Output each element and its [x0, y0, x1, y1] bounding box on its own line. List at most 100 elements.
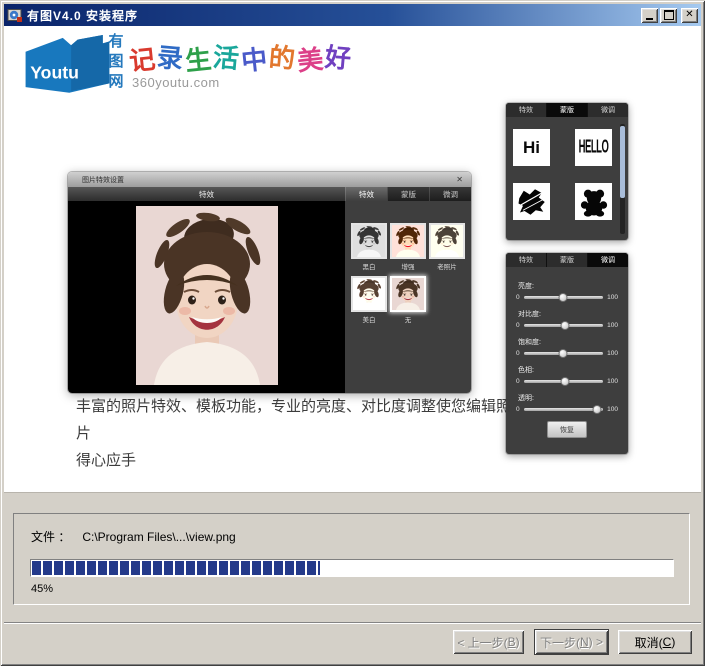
- slider-thumb: [592, 405, 601, 414]
- mask-grid: Hi HELLO: [506, 117, 628, 220]
- slogan-char: 美: [295, 39, 327, 79]
- reset-button: 恢复: [547, 421, 587, 438]
- adjust-sliders: 亮度:0100对比度:0100饱和度:0100色相:0100透明:0100: [506, 267, 628, 413]
- file-row: 文件 ： C:\Program Files\...\view.png: [31, 528, 236, 545]
- filter-item-grayscale: 黑白: [350, 223, 388, 271]
- cancel-button-label: 取消(: [635, 634, 663, 651]
- maximize-icon: [664, 10, 674, 20]
- bear-mask: [575, 183, 612, 220]
- feature-description-line2: 得心应手: [76, 447, 521, 474]
- slider-label: 色相:: [518, 365, 618, 375]
- title-bar[interactable]: 有图V4.0 安装程序 ✕: [4, 4, 701, 26]
- editor-tab-1: 特效: [345, 187, 387, 201]
- slider-max: 100: [607, 294, 618, 301]
- filter-label: 老照片: [428, 261, 466, 271]
- slider-row: 0100: [516, 350, 618, 357]
- cancel-button-mnemonic: C: [663, 635, 672, 649]
- window-title: 有图V4.0 安装程序: [27, 7, 639, 24]
- photo-stage: [68, 201, 345, 393]
- slogan-char: 的: [268, 37, 299, 76]
- promo-editor-title: 图片特效设置: [82, 175, 456, 185]
- slider-min: 0: [516, 378, 520, 385]
- back-button-mnemonic: B: [508, 635, 516, 649]
- promo-editor-tabs: 特效蒙版微调: [345, 187, 471, 201]
- promo-editor-titlebar: 图片特效设置 ✕: [68, 172, 471, 187]
- minimize-button[interactable]: [641, 8, 658, 23]
- cancel-button-label-suffix: ): [671, 635, 675, 649]
- content-area: Youtu 有图网 记录生活中的美好 360youtu.com 图片特效设置 ✕…: [4, 26, 701, 493]
- slider-row: 0 100: [516, 378, 618, 385]
- maximize-button[interactable]: [660, 8, 677, 23]
- filter-label: 黑白: [350, 261, 388, 271]
- svg-text:Youtu: Youtu: [30, 63, 79, 83]
- slider-thumb: [559, 349, 568, 358]
- brand-vertical-char: 图: [106, 52, 126, 72]
- filter-thumbnail: [429, 223, 465, 259]
- slider-max: 100: [607, 322, 618, 329]
- slider-min: 0: [516, 350, 520, 357]
- filter-item-enhance: 增强: [389, 223, 427, 271]
- promo-section-header: 特效: [68, 187, 345, 201]
- slider-min: 0: [516, 322, 520, 329]
- slider-label: 对比度:: [518, 309, 618, 319]
- filter-item-whiten: 美白: [350, 276, 388, 324]
- slider-track: [524, 324, 604, 327]
- minimize-icon: [646, 18, 653, 20]
- mask-tile-hi: Hi: [513, 129, 550, 166]
- slider-min: 0: [516, 294, 520, 301]
- back-button-label: < 上一步(: [457, 634, 507, 651]
- promo-mask-panel: 特效蒙版微调 Hi HELLO: [506, 103, 628, 240]
- close-icon: ✕: [685, 10, 693, 20]
- back-button[interactable]: < 上一步(B): [453, 630, 524, 654]
- brand-vertical-char: 有: [106, 32, 126, 52]
- scrollbar-thumb: [620, 126, 625, 198]
- close-button[interactable]: ✕: [681, 8, 698, 23]
- scrollbar: [620, 124, 625, 234]
- slider-max: 100: [607, 378, 618, 385]
- filter-label: 增强: [389, 261, 427, 271]
- slider-track: [524, 352, 604, 355]
- file-path: C:\Program Files\...\view.png: [82, 530, 235, 544]
- progress-bar: [30, 559, 674, 577]
- promo-editor-body: 黑白增强老照片美白无: [68, 201, 471, 393]
- filter-thumbnail: [351, 223, 387, 259]
- slider-track: [524, 408, 604, 411]
- slider-对比度: 对比度: 0 100: [516, 309, 618, 329]
- next-button-mnemonic: N: [580, 635, 589, 649]
- adjust-panel-tab-2: 蒙版: [547, 253, 588, 267]
- cancel-button[interactable]: 取消(C): [618, 630, 692, 654]
- adjust-panel-tab-3: 微调: [588, 253, 628, 267]
- editor-tab-2: 蒙版: [387, 187, 429, 201]
- progress-bar-fill: [32, 561, 320, 575]
- feature-description-line1: 丰富的照片特效、模板功能，专业的亮度、对比度调整使您编辑照片: [76, 393, 521, 447]
- progress-group-box: 文件 ：C:\Program Files\...\view.png 45%: [13, 513, 690, 605]
- mask-tile-hello: HELLO: [575, 129, 612, 166]
- brand-domain: 360youtu.com: [132, 75, 220, 90]
- next-button[interactable]: 下一步(N) >: [535, 630, 608, 654]
- next-button-label: 下一步(: [540, 634, 580, 651]
- slogan-char: 活: [212, 37, 243, 76]
- slogan-char: 生: [183, 39, 215, 79]
- slider-thumb: [559, 293, 568, 302]
- mask-text: HELLO: [579, 137, 609, 158]
- preview-photo: [136, 206, 278, 385]
- filter-item-oldphoto: 老照片: [428, 223, 466, 271]
- slider-label: 亮度:: [518, 281, 618, 291]
- slider-row: 0100: [516, 406, 618, 413]
- mask-panel-tabs: 特效蒙版微调: [506, 103, 628, 117]
- file-label: 文件 ：: [31, 530, 70, 544]
- slider-label: 透明:: [518, 393, 618, 403]
- slider-row: 0 100: [516, 294, 618, 301]
- mask-panel-tab-2: 蒙版: [547, 103, 588, 117]
- next-button-label-suffix: ) >: [589, 635, 603, 649]
- slider-透明: 透明: 0100: [516, 393, 618, 413]
- promo-editor-window: 图片特效设置 ✕ 特效 特效蒙版微调 黑白增强老照片美白无: [68, 172, 471, 393]
- filter-label: 美白: [350, 314, 388, 324]
- slogan-char: 好: [324, 37, 355, 76]
- mask-panel-tab-3: 微调: [588, 103, 628, 117]
- installer-icon: [7, 7, 23, 23]
- filter-panel: 黑白增强老照片美白无: [345, 201, 471, 393]
- slider-饱和度: 饱和度:0100: [516, 337, 618, 357]
- slider-track: [524, 380, 604, 383]
- slogan-char: 录: [156, 37, 187, 76]
